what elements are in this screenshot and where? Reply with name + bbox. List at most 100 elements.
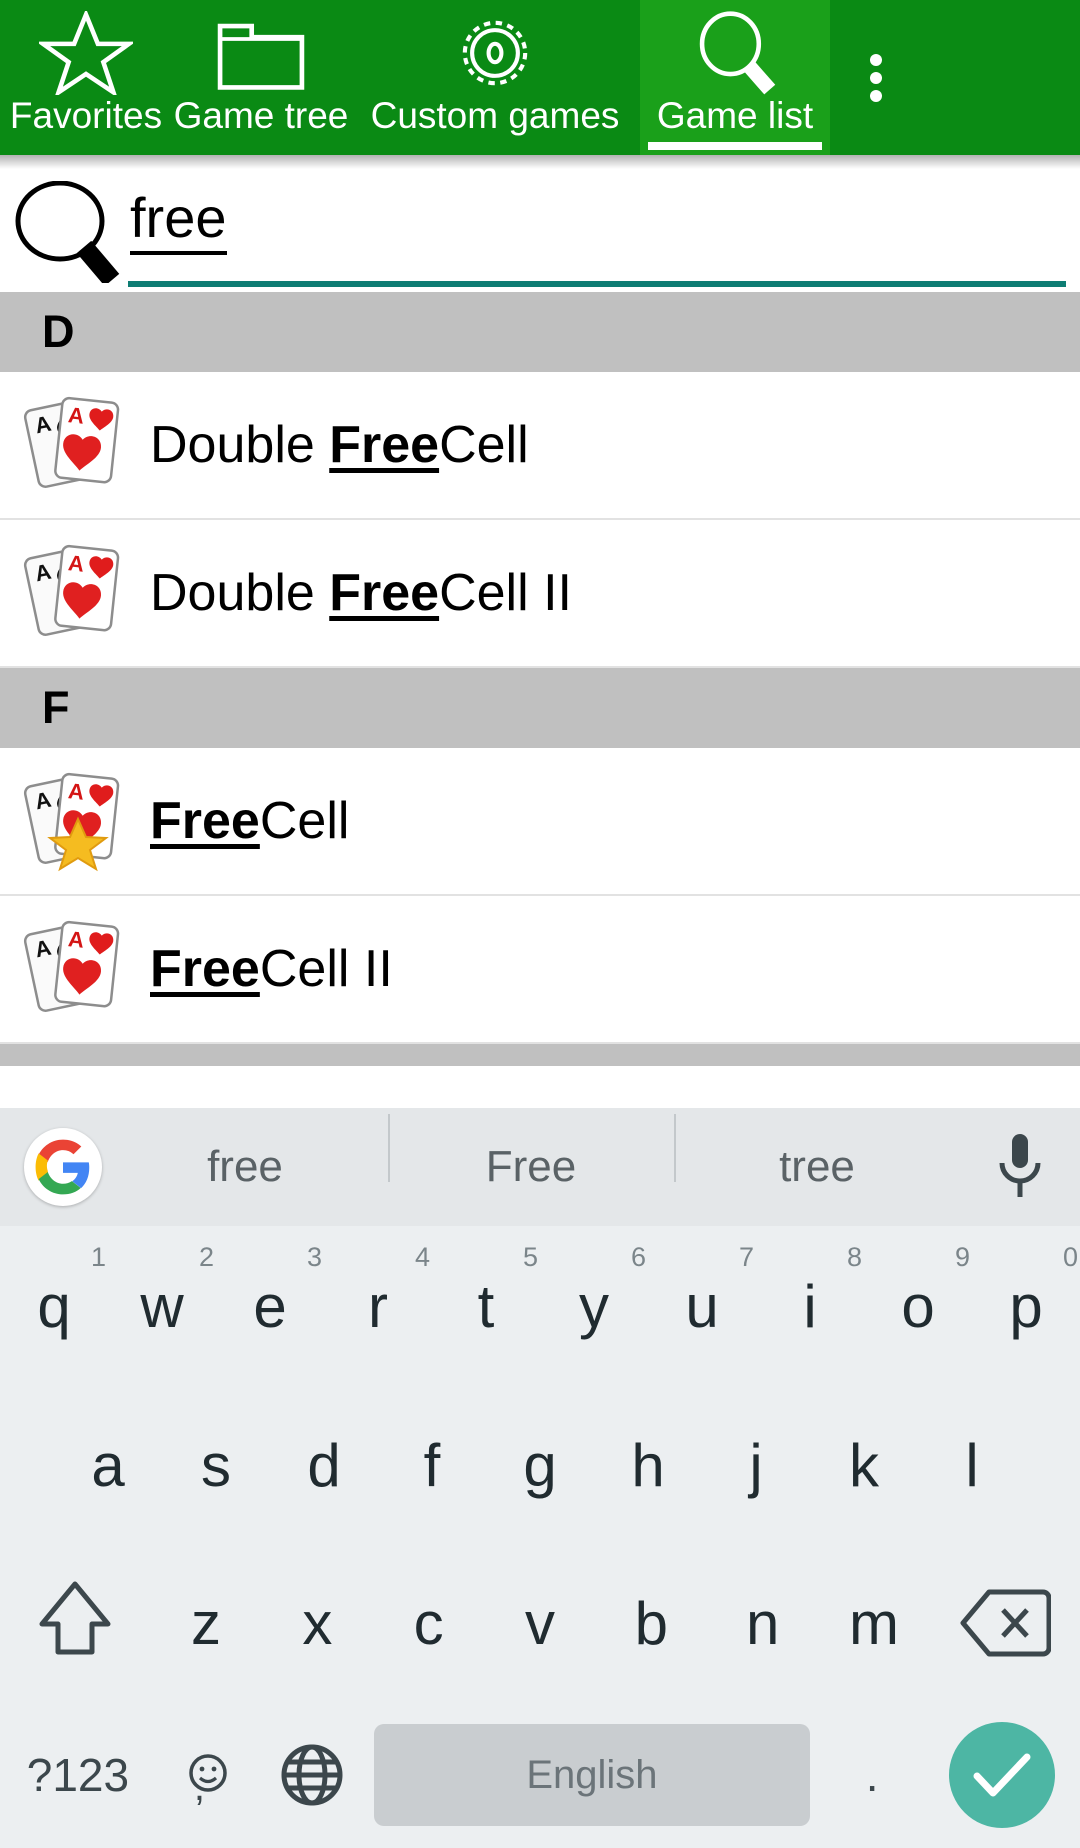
key-label: o [901,1272,935,1340]
key-j[interactable]: j [702,1386,810,1544]
game-title: Double FreeCell II [150,564,572,622]
key-label: w [140,1272,184,1340]
key-n[interactable]: n [707,1544,818,1702]
key-label: e [253,1272,287,1340]
language-globe-icon[interactable] [260,1702,364,1848]
search-input[interactable]: free [130,187,227,255]
search-bar[interactable]: free [0,169,1080,292]
key-number-hint: 7 [738,1242,754,1272]
key-u[interactable]: 7u [648,1226,756,1386]
key-p[interactable]: 0p [972,1226,1080,1386]
symbols-key[interactable]: ?123 [0,1702,156,1848]
key-i[interactable]: 8i [756,1226,864,1386]
key-label: x [302,1589,333,1657]
tab-game-list[interactable]: Game list [640,0,830,155]
tab-game-tree[interactable]: Game tree [172,0,350,155]
list-bottom-strip [0,1044,1080,1066]
game-list-row[interactable]: A A FreeCell [0,748,1080,896]
section-header: F [0,668,1080,748]
key-number-hint: 0 [1062,1242,1078,1272]
key-label: p [1009,1272,1043,1340]
key-label: i [803,1272,817,1340]
key-label: b [634,1589,669,1657]
game-list: D A A Double FreeCell A A Double FreeCel… [0,292,1080,1066]
section-header-label: F [42,682,70,733]
svg-text:A: A [67,778,86,805]
emoji-smiley-icon [189,1754,227,1792]
section-header-label: D [42,306,75,357]
period-key[interactable]: . [820,1702,924,1848]
key-l[interactable]: l [918,1386,1026,1544]
game-list-row[interactable]: A A Double FreeCell II [0,520,1080,668]
symbols-key-label: ?123 [26,1749,130,1801]
more-vertical-icon[interactable] [830,0,922,155]
key-number-hint: 5 [522,1242,538,1272]
key-m[interactable]: m [818,1544,929,1702]
key-s[interactable]: s [162,1386,270,1544]
game-list-row[interactable]: A A FreeCell II [0,896,1080,1044]
key-k[interactable]: k [810,1386,918,1544]
keyboard-row-4: ?123 , English . [0,1702,1080,1848]
key-d[interactable]: d [270,1386,378,1544]
key-b[interactable]: b [596,1544,707,1702]
key-y[interactable]: 6y [540,1226,648,1386]
backspace-icon[interactable] [930,1544,1080,1702]
enter-key[interactable] [924,1702,1080,1848]
tab-label: Custom games [370,95,620,136]
tab-label: Game list [656,95,814,136]
search-field-underline [128,281,1066,287]
key-g[interactable]: g [486,1386,594,1544]
keyboard-row-3: z xcv bnm [0,1544,1080,1702]
shift-arrow-icon[interactable] [0,1544,150,1702]
key-label: l [965,1431,979,1499]
key-w[interactable]: 2w [108,1226,216,1386]
tab-favorites[interactable]: Favorites [0,0,172,155]
toolbar-shadow [0,155,1080,169]
key-number-hint: 9 [954,1242,970,1272]
emoji-comma-key[interactable]: , [156,1702,260,1848]
key-label: k [849,1431,879,1499]
key-label: y [579,1272,609,1340]
key-label: m [849,1589,900,1657]
key-label: h [631,1431,665,1499]
suggestion-strip: free Free tree [0,1108,1080,1226]
spacebar-label: English [526,1752,658,1797]
key-o[interactable]: 9o [864,1226,972,1386]
suggestion-3[interactable]: tree [674,1114,960,1192]
keyboard-row-2: asdfg h j k l [0,1386,1080,1544]
key-h[interactable]: h [594,1386,702,1544]
key-c[interactable]: c [373,1544,484,1702]
key-label: j [749,1431,763,1499]
key-number-hint: 8 [846,1242,862,1272]
key-a[interactable]: a [54,1386,162,1544]
svg-text:A: A [67,402,86,429]
onscreen-keyboard: free Free tree 1q2w3e4r5t6y7u8i9o0p asdf… [0,1108,1080,1848]
suggestion-1[interactable]: free [102,1142,388,1192]
key-label: z [190,1589,221,1657]
key-r[interactable]: 4r [324,1226,432,1386]
game-title: Double FreeCell [150,416,529,474]
key-number-hint: 3 [306,1242,322,1272]
key-t[interactable]: 5t [432,1226,540,1386]
magnifier-icon [8,180,126,288]
key-q[interactable]: 1q [0,1226,108,1386]
key-f[interactable]: f [378,1386,486,1544]
google-g-icon[interactable] [24,1128,102,1206]
spacebar-key[interactable]: English [373,1724,811,1826]
game-list-row[interactable]: A A Double FreeCell [0,372,1080,520]
microphone-icon[interactable] [960,1130,1080,1204]
tab-label: Game tree [173,95,349,136]
tab-custom-games[interactable]: Custom games [350,0,640,155]
key-label: r [368,1272,388,1340]
key-v[interactable]: v [484,1544,595,1702]
comma-label: , [193,1765,205,1809]
key-number-hint: 4 [414,1242,430,1272]
key-label: s [201,1431,231,1499]
key-label: q [37,1272,71,1340]
key-label: g [523,1431,557,1499]
suggestion-2[interactable]: Free [388,1114,674,1192]
key-e[interactable]: 3e [216,1226,324,1386]
key-x[interactable]: x [262,1544,373,1702]
key-z[interactable]: z [150,1544,261,1702]
key-label: v [525,1589,556,1657]
